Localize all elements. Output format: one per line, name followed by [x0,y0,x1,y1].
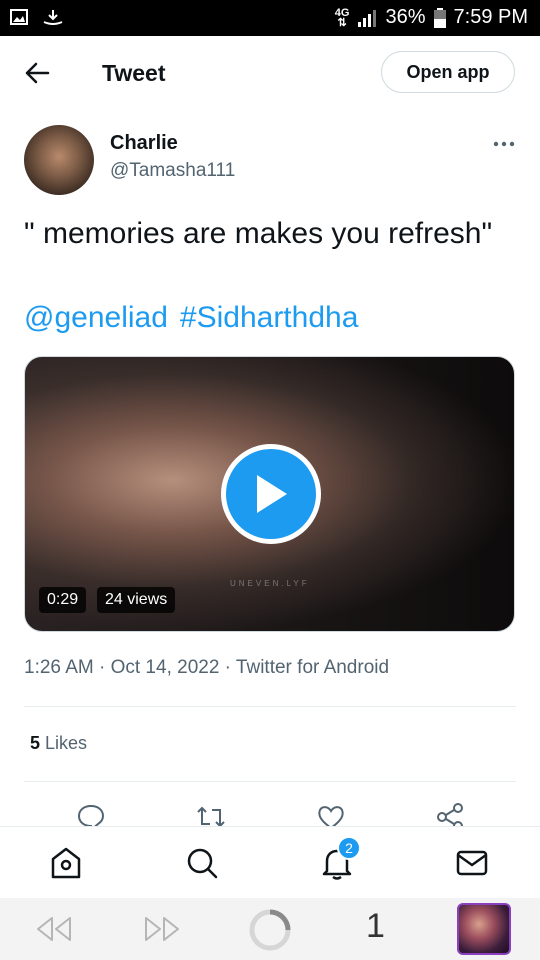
page-title: Tweet [102,60,166,86]
arrow-left-icon[interactable] [24,60,50,86]
video-player[interactable]: UNEVEN.LYF 0:29 24 views [24,356,515,632]
bottom-navigation [0,826,540,899]
search-icon[interactable] [184,845,220,881]
like-icon[interactable] [316,802,346,826]
likes-label: Likes [45,733,88,753]
reload-icon[interactable] [248,908,292,952]
author-name[interactable]: Charlie [110,132,178,155]
likes-number: 5 [30,733,41,753]
author-handle[interactable]: @Tamasha111 [110,160,235,182]
rewind-icon[interactable] [34,914,74,944]
fast-forward-icon[interactable] [142,914,182,944]
gallery-icon [10,9,28,25]
clock: 7:59 PM [453,6,528,28]
hashtag-link[interactable]: #Sidharthdha [180,300,358,336]
reply-icon[interactable] [76,802,106,826]
mention-link[interactable]: @geneliad [24,300,168,336]
avatar[interactable] [24,125,94,195]
open-app-button[interactable]: Open app [381,51,515,93]
play-icon [257,475,287,513]
network-indicator: 4G ⇅ [334,6,350,29]
retweet-icon[interactable] [196,802,226,826]
notification-badge: 2 [337,836,361,860]
divider [24,781,516,782]
play-button[interactable] [221,444,321,544]
divider [24,706,516,707]
battery-icon [433,7,446,28]
battery-percent: 36% [385,6,426,28]
share-icon[interactable] [436,802,466,826]
download-icon [43,10,63,25]
tweet-text: " memories are makes you refresh" [24,217,493,250]
tweet-links: @geneliad #Sidharthdha [24,300,358,336]
messages-icon[interactable] [454,845,490,881]
signal-icon [358,9,377,27]
tweet-timestamp: 1:26 AM · Oct 14, 2022 · Twitter for And… [24,657,390,678]
home-icon[interactable] [48,845,84,881]
tweet-actions [0,800,540,826]
video-duration: 0:29 [39,587,87,613]
video-watermark: UNEVEN.LYF [230,579,310,588]
more-options-icon[interactable] [492,136,516,152]
likes-count[interactable]: 5 Likes [30,733,87,754]
tab-count[interactable]: 1 [366,907,385,946]
status-bar: 4G ⇅ 36% 7:59 PM [0,0,540,36]
profile-thumbnail[interactable] [457,903,511,955]
video-views: 24 views [97,587,176,613]
